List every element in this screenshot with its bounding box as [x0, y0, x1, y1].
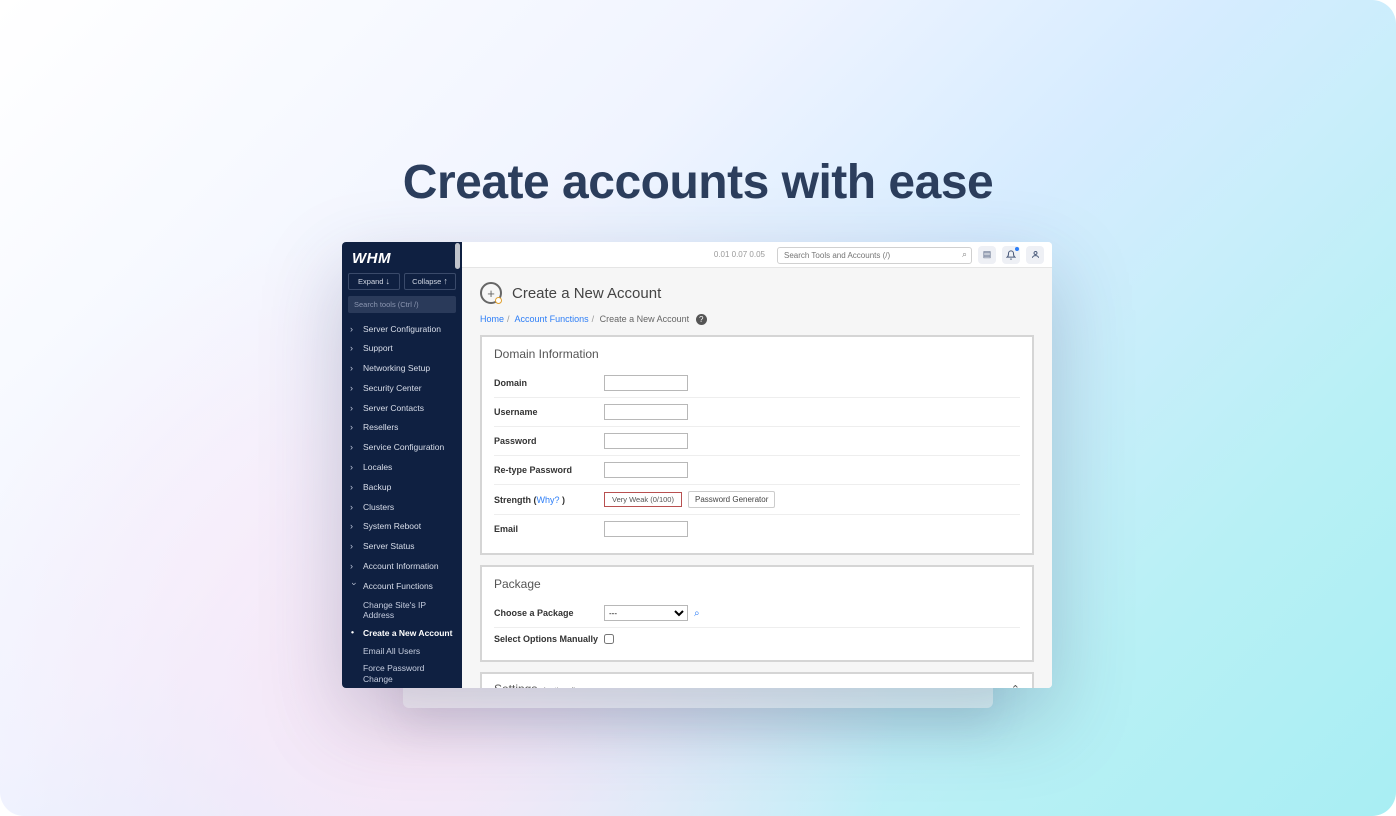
sidebar-item-server-status[interactable]: ›Server Status — [342, 537, 462, 557]
username-label: Username — [494, 407, 604, 417]
chevron-right-icon: › — [350, 422, 358, 433]
domain-information-panel: Domain Information Domain Username Passw… — [480, 335, 1034, 555]
chevron-up-icon: ⌃ — [1011, 683, 1020, 688]
sidebar-item-account-functions[interactable]: ›Account Functions — [342, 576, 462, 596]
manual-options-checkbox[interactable] — [604, 634, 614, 644]
sidebar-item-server-contacts[interactable]: ›Server Contacts — [342, 398, 462, 418]
sidebar-item-backup[interactable]: ›Backup — [342, 477, 462, 497]
retype-password-field[interactable] — [604, 462, 688, 478]
user-menu-button[interactable] — [1026, 246, 1044, 264]
email-label: Email — [494, 524, 604, 534]
sidebar-item-support[interactable]: ›Support — [342, 339, 462, 359]
crumb-current: Create a New Account — [600, 314, 690, 324]
password-strength-meter: Very Weak (0/100) — [604, 492, 682, 507]
sidebar-item-system-reboot[interactable]: ›System Reboot — [342, 517, 462, 537]
sidebar-sub-create-account[interactable]: Create a New Account — [342, 624, 462, 642]
arrow-up-icon: ↑ — [443, 277, 448, 286]
chevron-right-icon: › — [350, 403, 358, 414]
chevron-down-icon: › — [349, 582, 360, 590]
topbar: 0.01 0.07 0.05 ⌕ ▤ — [462, 242, 1052, 268]
panel-title: Domain Information — [482, 337, 1032, 369]
chevron-right-icon: › — [350, 363, 358, 374]
whm-window: WHM Expand↓ Collapse↑ ›Server Configurat… — [342, 242, 1052, 688]
scrollbar-thumb[interactable] — [455, 243, 460, 269]
panel-title: Package — [482, 567, 1032, 599]
sidebar-item-clusters[interactable]: ›Clusters — [342, 497, 462, 517]
notifications-button[interactable] — [1002, 246, 1020, 264]
news-button[interactable]: ▤ — [978, 246, 996, 264]
sidebar-item-account-information[interactable]: ›Account Information — [342, 557, 462, 577]
manual-options-label: Select Options Manually — [494, 634, 604, 644]
search-icon: ⌕ — [962, 249, 967, 260]
strength-label: Strength (Why? ) — [494, 495, 604, 505]
password-label: Password — [494, 436, 604, 446]
crumb-home[interactable]: Home — [480, 314, 504, 324]
load-averages: 0.01 0.07 0.05 — [714, 250, 765, 259]
page-title: Create a New Account — [512, 285, 661, 302]
domain-field[interactable] — [604, 375, 688, 391]
chevron-right-icon: › — [350, 383, 358, 394]
chevron-right-icon: › — [350, 343, 358, 354]
email-field[interactable] — [604, 521, 688, 537]
breadcrumb: Home/ Account Functions/ Create a New Ac… — [480, 314, 1034, 325]
chevron-right-icon: › — [350, 482, 358, 493]
sidebar-search-input[interactable] — [348, 296, 456, 313]
sidebar-sub-force-password[interactable]: Force Password Change — [342, 660, 462, 688]
strength-why-link[interactable]: Why? — [537, 495, 560, 505]
package-search-icon[interactable]: ⌕ — [694, 607, 706, 619]
sidebar-item-server-configuration[interactable]: ›Server Configuration — [342, 319, 462, 339]
sidebar-item-service-configuration[interactable]: ›Service Configuration — [342, 438, 462, 458]
settings-panel-toggle[interactable]: Settings (optional) ⌃ — [480, 672, 1034, 688]
chevron-right-icon: › — [350, 561, 358, 572]
collapse-button[interactable]: Collapse↑ — [404, 273, 456, 290]
sidebar-sub-change-ip[interactable]: Change Site's IP Address — [342, 596, 462, 624]
sidebar-sub-email-all[interactable]: Email All Users — [342, 642, 462, 660]
chevron-right-icon: › — [350, 541, 358, 552]
sidebar-item-locales[interactable]: ›Locales — [342, 458, 462, 478]
domain-label: Domain — [494, 378, 604, 388]
sidebar: WHM Expand↓ Collapse↑ ›Server Configurat… — [342, 242, 462, 688]
notification-dot-icon — [1015, 247, 1019, 251]
crumb-account-functions[interactable]: Account Functions — [515, 314, 589, 324]
expand-button[interactable]: Expand↓ — [348, 273, 400, 290]
sidebar-nav: ›Server Configuration ›Support ›Networki… — [342, 319, 462, 688]
chevron-right-icon: › — [350, 442, 358, 453]
choose-package-label: Choose a Package — [494, 608, 604, 618]
sidebar-item-security-center[interactable]: ›Security Center — [342, 378, 462, 398]
username-field[interactable] — [604, 404, 688, 420]
package-select[interactable]: --- — [604, 605, 688, 621]
arrow-down-icon: ↓ — [385, 277, 390, 286]
sidebar-item-resellers[interactable]: ›Resellers — [342, 418, 462, 438]
chevron-right-icon: › — [350, 462, 358, 473]
package-panel: Package Choose a Package --- ⌕ Select Op… — [480, 565, 1034, 662]
sidebar-item-networking-setup[interactable]: ›Networking Setup — [342, 359, 462, 379]
retype-password-label: Re-type Password — [494, 465, 604, 475]
content: + Create a New Account Home/ Account Fun… — [462, 268, 1052, 688]
global-search-input[interactable] — [777, 247, 972, 264]
chevron-right-icon: › — [350, 521, 358, 532]
password-field[interactable] — [604, 433, 688, 449]
logo: WHM — [342, 242, 462, 273]
password-generator-button[interactable]: Password Generator — [688, 491, 775, 508]
chevron-right-icon: › — [350, 502, 358, 513]
hero-heading: Create accounts with ease — [0, 155, 1396, 210]
help-icon[interactable]: ? — [696, 314, 707, 325]
chevron-right-icon: › — [350, 324, 358, 335]
add-account-icon: + — [480, 282, 502, 304]
main-area: 0.01 0.07 0.05 ⌕ ▤ + Create a New Acco — [462, 242, 1052, 688]
